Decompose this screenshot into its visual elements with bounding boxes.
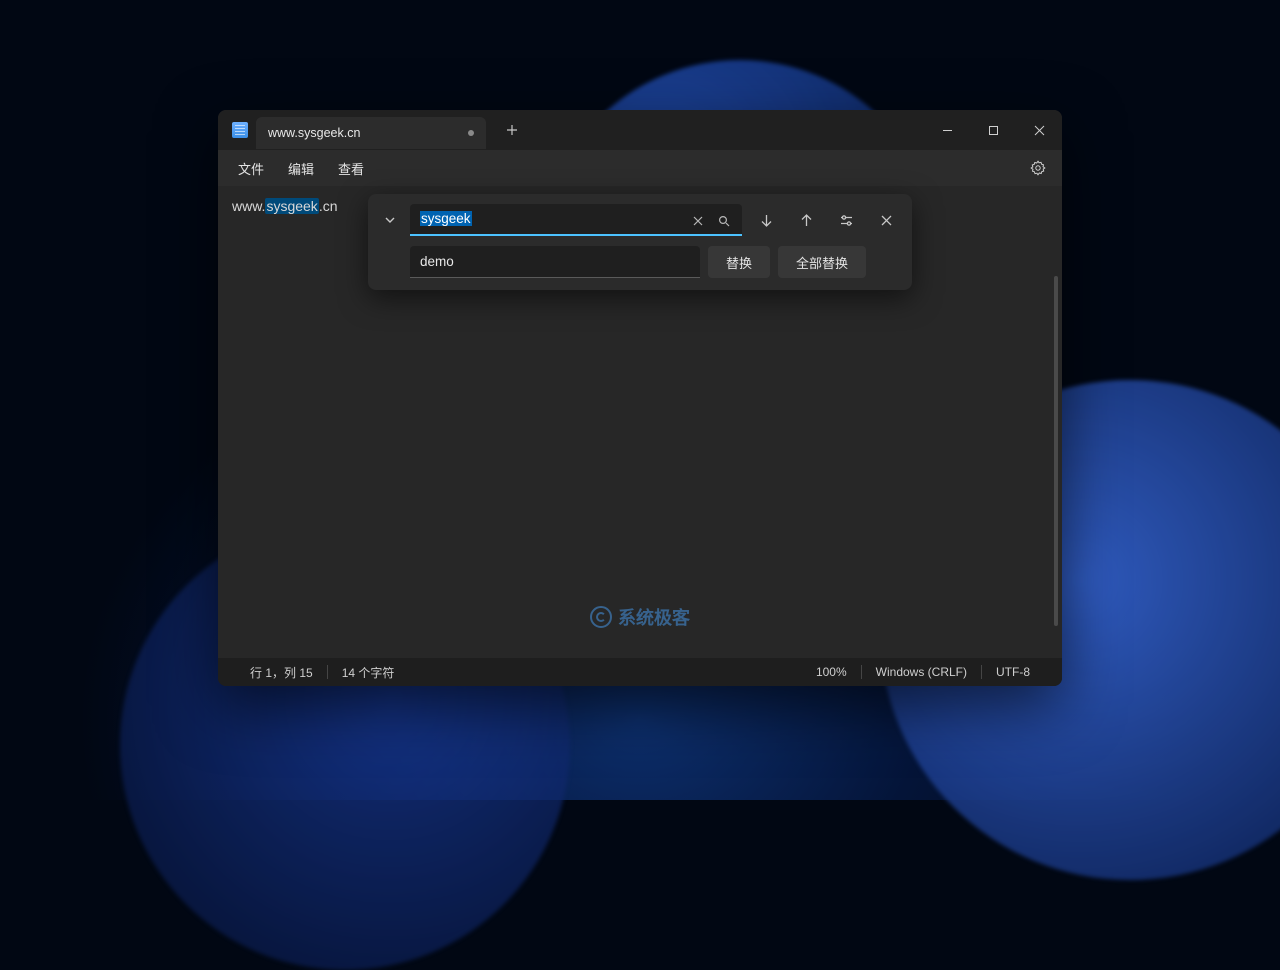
status-cursor-position[interactable]: 行 1，列 15 [236, 664, 327, 681]
arrow-down-icon [759, 213, 774, 228]
find-row: sysgeek [378, 204, 902, 236]
menu-file[interactable]: 文件 [226, 153, 276, 184]
replace-input[interactable] [410, 246, 700, 278]
menu-view[interactable]: 查看 [326, 153, 376, 184]
status-line-ending[interactable]: Windows (CRLF) [862, 665, 981, 679]
maximize-button[interactable] [970, 110, 1016, 150]
watermark-text: 系统极客 [618, 604, 690, 630]
close-icon [879, 213, 894, 228]
search-button[interactable] [712, 210, 736, 232]
text-suffix: .cn [319, 198, 338, 214]
search-icon [718, 215, 730, 227]
find-previous-button[interactable] [790, 204, 822, 236]
maximize-icon [988, 125, 999, 136]
search-input-icons [686, 210, 736, 232]
replace-row: 替换 全部替换 [378, 246, 902, 278]
search-options-button[interactable] [830, 204, 862, 236]
plus-icon [506, 124, 518, 136]
watermark-icon [590, 606, 612, 628]
close-window-button[interactable] [1016, 110, 1062, 150]
status-encoding[interactable]: UTF-8 [982, 665, 1044, 679]
tab-title: www.sysgeek.cn [268, 126, 360, 140]
minimize-button[interactable] [924, 110, 970, 150]
find-next-button[interactable] [750, 204, 782, 236]
gear-icon [1030, 160, 1046, 176]
arrow-up-icon [799, 213, 814, 228]
menubar: 文件 编辑 查看 [218, 150, 1062, 186]
modified-indicator-icon [468, 130, 474, 136]
chevron-down-icon [384, 214, 396, 226]
vertical-scrollbar[interactable] [1054, 276, 1058, 626]
collapse-toggle-button[interactable] [378, 205, 402, 235]
search-input-wrap: sysgeek [410, 204, 742, 236]
clear-search-button[interactable] [686, 210, 710, 232]
close-icon [1034, 125, 1045, 136]
status-zoom[interactable]: 100% [802, 665, 861, 679]
notepad-icon [232, 122, 248, 138]
close-icon [692, 215, 704, 227]
minimize-icon [942, 125, 953, 136]
text-highlight: sysgeek [265, 198, 318, 214]
document-tab[interactable]: www.sysgeek.cn [256, 117, 486, 149]
sliders-icon [839, 213, 854, 228]
settings-button[interactable] [1022, 154, 1054, 182]
statusbar: 行 1，列 15 14 个字符 100% Windows (CRLF) UTF-… [218, 658, 1062, 686]
watermark: 系统极客 [590, 604, 690, 630]
notepad-window: www.sysgeek.cn 文件 编辑 查看 www.sysgeek.cn [218, 110, 1062, 686]
find-replace-panel: sysgeek [368, 194, 912, 290]
titlebar: www.sysgeek.cn [218, 110, 1062, 150]
status-char-count: 14 个字符 [328, 664, 409, 681]
text-prefix: www. [232, 198, 265, 214]
menu-edit[interactable]: 编辑 [276, 153, 326, 184]
replace-button[interactable]: 替换 [708, 246, 770, 278]
new-tab-button[interactable] [494, 114, 530, 146]
replace-all-button[interactable]: 全部替换 [778, 246, 866, 278]
close-find-button[interactable] [870, 204, 902, 236]
window-controls [924, 110, 1062, 150]
editor-area[interactable]: www.sysgeek.cn sysgeek [218, 186, 1062, 658]
